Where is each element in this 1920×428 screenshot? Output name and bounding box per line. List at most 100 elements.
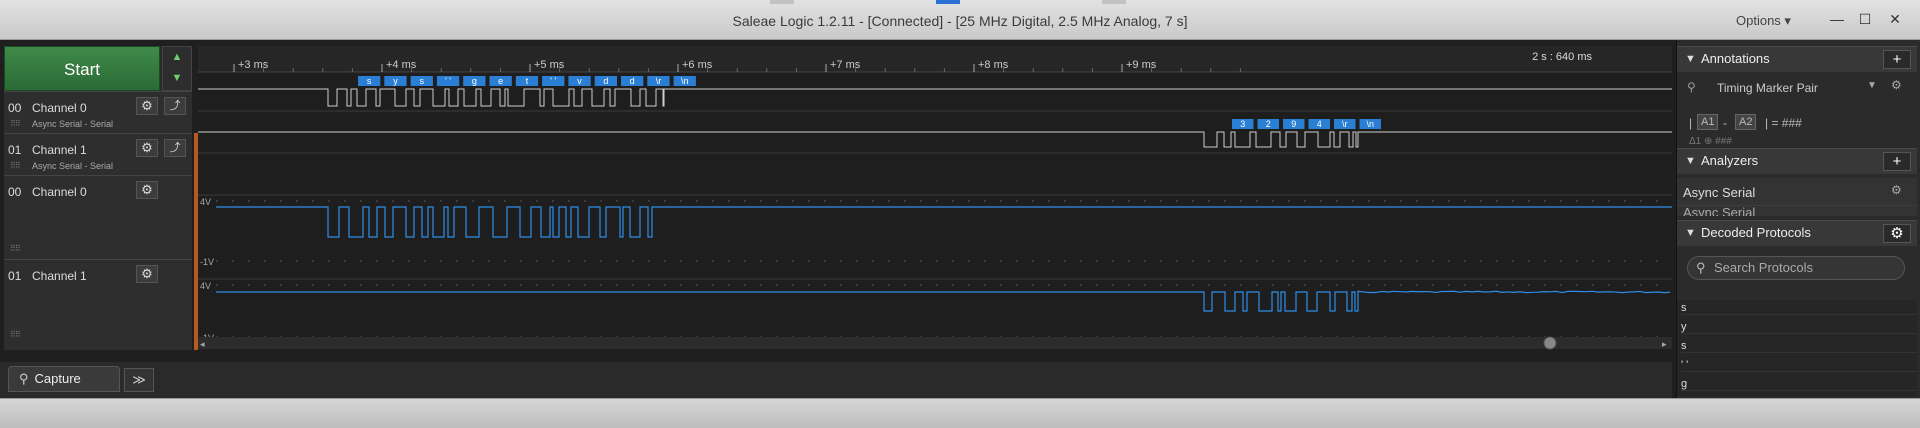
gear-icon[interactable]: ⚙	[136, 265, 158, 283]
marker-a1[interactable]: A1	[1697, 114, 1719, 130]
decoded-protocol-item[interactable]: ' '	[1681, 359, 1917, 372]
separator: |	[1689, 116, 1693, 130]
marker-a2[interactable]: A2	[1735, 114, 1757, 130]
decoded-list: s y s ' ' g	[1677, 300, 1917, 396]
trigger-icon[interactable]: ⤴	[164, 139, 186, 157]
channel-name: Channel 0	[32, 185, 87, 199]
channel-number: 00	[8, 185, 22, 199]
search-protocols-input[interactable]: ⚲ Search Protocols	[1687, 256, 1905, 280]
decoded-label: v	[577, 76, 582, 86]
capture-tab[interactable]: ⚲ Capture	[8, 366, 120, 392]
gear-icon[interactable]: ⚙	[136, 139, 158, 157]
decoded-label: 9	[1291, 119, 1296, 129]
top-marker-left	[770, 0, 794, 4]
tick-label: +7 ms	[830, 59, 861, 71]
right-panel: ▼ Annotations + ⚲ Timing Marker Pair ▼ ⚙…	[1676, 40, 1920, 398]
scroll-thumb[interactable]	[1543, 336, 1557, 350]
close-button[interactable]: ✕	[1884, 9, 1906, 29]
horizontal-scrollbar[interactable]	[198, 337, 1672, 349]
trigger-icon[interactable]: ⤴	[164, 97, 186, 115]
top-marker-center	[936, 0, 960, 4]
decoded-label: \r	[656, 76, 662, 86]
gear-icon[interactable]: ⚙	[1891, 78, 1902, 92]
grip-icon[interactable]: ⠿⠿	[10, 244, 21, 253]
waveform-area[interactable]: 2 s : 640 ms +3 ms +4 ms +5 ms +6 ms +7 ms +8…	[198, 46, 1672, 350]
main-area: Start ▲ ▼ 00 Channel 0 Async Serial - Se…	[0, 40, 1920, 402]
status-bar	[0, 398, 1920, 428]
search-icon: ⚲	[1696, 260, 1706, 275]
gear-icon[interactable]: ⚙	[136, 181, 158, 199]
annotation-item[interactable]: ⚲ Timing Marker Pair ▼ ⚙	[1677, 78, 1917, 100]
magnifier-icon: ⚲	[19, 371, 29, 386]
add-annotation-button[interactable]: +	[1883, 50, 1911, 69]
tick-label: +3 ms	[238, 59, 269, 71]
maximize-button[interactable]: ☐	[1854, 9, 1876, 29]
channel-name: Channel 0	[32, 101, 87, 115]
decoded-label: s	[420, 76, 425, 86]
measurement-row: | A1 - A2 | = ###	[1677, 114, 1917, 134]
decoded-label: y	[393, 76, 398, 86]
measure-value: | = ###	[1765, 116, 1802, 130]
analyzer-label: Async Serial - Serial	[32, 161, 114, 171]
options-menu[interactable]: Options ▾	[1736, 13, 1791, 29]
collapse-icon[interactable]: ▼	[1685, 149, 1696, 173]
measure-sub: Δ1 ⊕ ###	[1689, 136, 1732, 147]
channel-row-analog-1: 01 Channel 1 ⠿⠿ ⚙	[4, 259, 192, 350]
up-arrow-icon[interactable]: ▲	[163, 47, 191, 68]
bottom-tab-bar: ⚲ Capture ≫	[0, 362, 1672, 398]
dropdown-icon[interactable]: ▼	[1867, 80, 1877, 91]
grip-icon[interactable]: ⠿⠿	[10, 330, 21, 339]
decoded-protocols-title: Decoded Protocols	[1701, 225, 1811, 240]
scroll-left-icon[interactable]: ◂	[200, 339, 205, 349]
grip-icon[interactable]: ⠿⠿	[10, 161, 21, 170]
annotations-header[interactable]: ▼ Annotations +	[1677, 46, 1917, 72]
analog-top-label: 4V	[200, 197, 211, 207]
analog-top-label: 4V	[200, 281, 211, 291]
decoded-protocol-item[interactable]: s	[1681, 340, 1917, 353]
scroll-right-icon[interactable]: ▸	[1662, 339, 1667, 349]
analyzer-label: Async Serial - Serial	[32, 119, 114, 129]
tick-label: +9 ms	[1126, 59, 1157, 71]
decoded-label: 4	[1317, 119, 1322, 129]
channel-row-digital-0: 00 Channel 0 Async Serial - Serial ⠿⠿ ⚙ …	[4, 91, 192, 133]
tick-label: +8 ms	[978, 59, 1009, 71]
decoded-protocols-header[interactable]: ▼ Decoded Protocols ⚙	[1677, 220, 1917, 246]
decoded-label: 3	[1240, 119, 1245, 129]
decoded-protocol-item[interactable]: g	[1681, 378, 1917, 391]
analog-bottom-label: -1V	[200, 257, 214, 267]
decoded-label: s	[367, 76, 372, 86]
collapse-icon[interactable]: ▼	[1685, 47, 1696, 71]
channel-panel: Start ▲ ▼ 00 Channel 0 Async Serial - Se…	[4, 46, 192, 350]
decoded-label: g	[472, 76, 477, 86]
decoded-protocol-item[interactable]: s	[1681, 302, 1917, 315]
decoded-label: e	[498, 76, 503, 86]
add-analyzer-button[interactable]: +	[1883, 152, 1911, 171]
analyzer-item[interactable]: Async Serial ⚙	[1677, 178, 1917, 206]
channel-name: Channel 1	[32, 269, 87, 283]
annotations-title: Annotations	[1701, 51, 1770, 66]
gear-icon[interactable]: ⚙	[136, 97, 158, 115]
analyzers-header[interactable]: ▼ Analyzers +	[1677, 148, 1917, 174]
more-tabs-button[interactable]: ≫	[124, 368, 154, 392]
start-button[interactable]: Start	[4, 46, 160, 91]
channel-name: Channel 1	[32, 143, 87, 157]
analyzer-item[interactable]: Async Serial	[1677, 206, 1917, 216]
decoded-label: 2	[1266, 119, 1271, 129]
speed-arrows[interactable]: ▲ ▼	[162, 46, 192, 91]
tick-label: +5 ms	[534, 59, 565, 71]
gear-icon[interactable]: ⚙	[1883, 224, 1911, 243]
channel-number: 01	[8, 269, 22, 283]
gear-icon[interactable]: ⚙	[1891, 183, 1902, 197]
grip-icon[interactable]: ⠿⠿	[10, 119, 21, 128]
minimize-button[interactable]: —	[1826, 9, 1848, 29]
decoded-protocol-item[interactable]: y	[1681, 321, 1917, 334]
decoded-label: ' '	[445, 76, 451, 86]
tick-label: +6 ms	[682, 59, 713, 71]
analyzer-name: Async Serial	[1683, 206, 1756, 216]
channel-row-digital-1: 01 Channel 1 Async Serial - Serial ⠿⠿ ⚙ …	[4, 133, 192, 175]
collapse-icon[interactable]: ▼	[1685, 221, 1696, 245]
tick-label: +4 ms	[386, 59, 417, 71]
capture-tab-label: Capture	[34, 371, 81, 386]
decoded-label: d	[603, 76, 608, 86]
down-arrow-icon[interactable]: ▼	[163, 68, 191, 89]
